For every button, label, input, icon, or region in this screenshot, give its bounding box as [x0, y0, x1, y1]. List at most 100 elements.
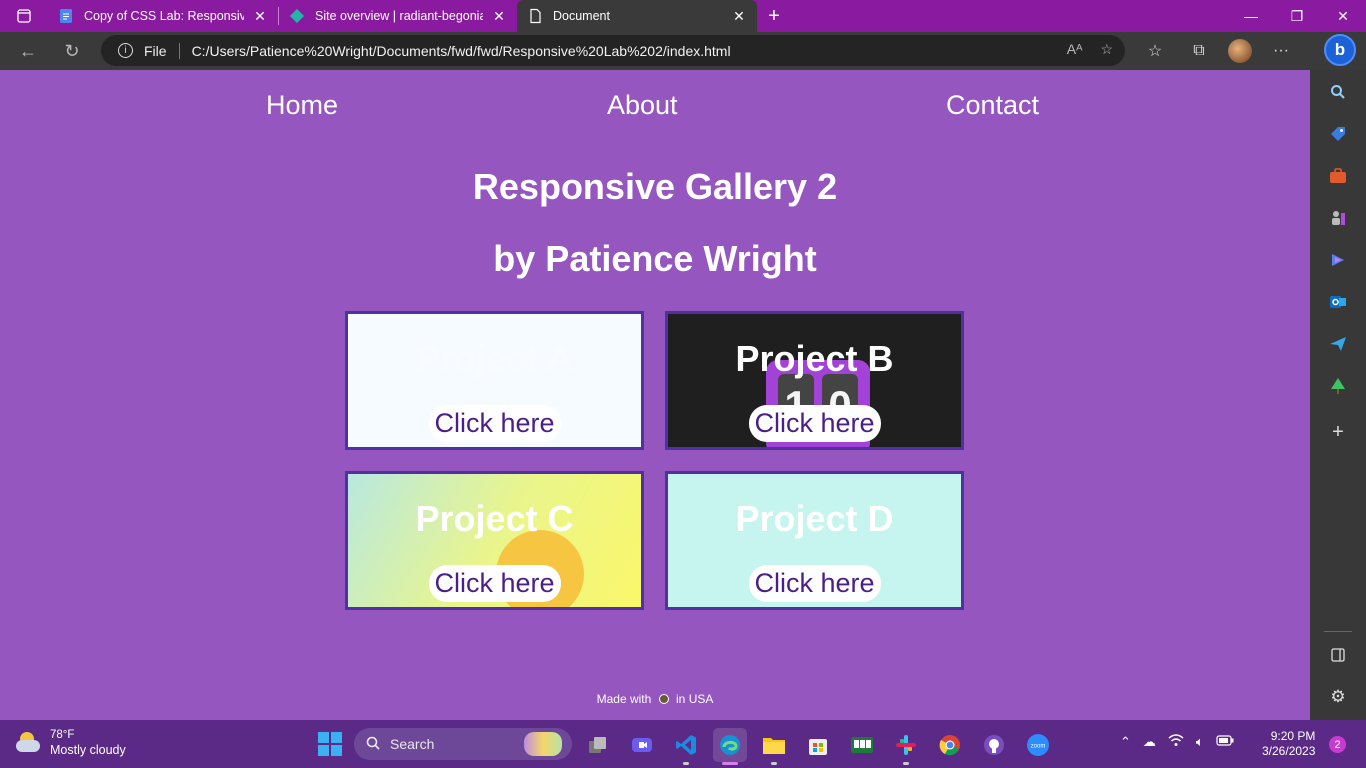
search-highlight-image	[524, 732, 562, 756]
clock-time: 9:20 PM	[1270, 729, 1316, 743]
click-here-button[interactable]: Click here	[428, 565, 561, 602]
tree-icon[interactable]	[1324, 372, 1352, 400]
weather-desc: Mostly cloudy	[50, 743, 126, 757]
site-nav: Home About Contact	[0, 90, 1310, 124]
svg-text:zoom: zoom	[1031, 744, 1046, 750]
tools-briefcase-icon[interactable]	[1324, 162, 1352, 190]
footer-prefix: Made with	[596, 692, 652, 706]
back-arrow-icon[interactable]: ←	[13, 36, 43, 66]
partly-cloudy-icon	[14, 732, 42, 754]
github-icon[interactable]	[977, 728, 1011, 762]
tab-title: Site overview | radiant-begonia-c	[315, 9, 483, 23]
close-tab-icon[interactable]: ✕	[491, 8, 507, 25]
restore-icon[interactable]: ❐	[1274, 0, 1320, 32]
project-card-a[interactable]: Project A Click here	[345, 311, 644, 450]
running-indicator	[903, 762, 909, 765]
windows-start-icon[interactable]	[318, 732, 342, 756]
vscode-icon[interactable]	[669, 728, 703, 765]
address-bar[interactable]: i File C:/Users/Patience%20Wright/Docume…	[101, 35, 1125, 66]
show-hidden-icons-icon[interactable]: ⌃	[1120, 734, 1131, 750]
running-indicator	[722, 762, 738, 765]
bing-chat-icon[interactable]: b	[1324, 34, 1356, 66]
copilot-icon[interactable]	[1324, 246, 1352, 274]
weather-widget[interactable]: 78°F Mostly cloudy	[14, 728, 126, 758]
solitaire-icon[interactable]	[845, 728, 879, 762]
onedrive-cloud-icon[interactable]: ☁	[1143, 734, 1156, 750]
tab-title: Document	[553, 9, 610, 23]
project-card-d[interactable]: Project D Click here	[665, 471, 964, 610]
zoom-icon[interactable]: zoom	[1021, 728, 1055, 762]
clock-date: 3/26/2023	[1262, 744, 1316, 758]
url-actions: Aᴬ ☆	[1067, 41, 1113, 58]
close-window-icon[interactable]: ✕	[1320, 0, 1366, 32]
url-text[interactable]: C:/Users/Patience%20Wright/Documents/fwd…	[192, 43, 731, 59]
netlify-icon	[289, 8, 305, 24]
card-title: Project C	[415, 498, 574, 539]
nav-link-home[interactable]: Home	[266, 90, 338, 121]
click-here-button[interactable]: Click here	[748, 405, 881, 442]
nav-link-about[interactable]: About	[607, 90, 678, 121]
windows-taskbar: 78°F Mostly cloudy Search zoom ⌃ ☁ 🔈︎ 9:…	[0, 720, 1366, 768]
search-icon[interactable]	[1324, 78, 1352, 106]
edge-sidebar: + ⚙	[1310, 70, 1366, 720]
edge-icon[interactable]	[713, 728, 747, 765]
running-indicator	[683, 762, 689, 765]
notification-badge[interactable]: 2	[1329, 736, 1346, 753]
outlook-icon[interactable]	[1324, 288, 1352, 316]
search-label: Search	[390, 736, 435, 752]
system-tray: ⌃ ☁ 🔈︎	[1120, 734, 1234, 750]
favorites-icon[interactable]: ☆	[1140, 36, 1170, 66]
footer-suffix: in USA	[676, 692, 714, 706]
tab-title: Copy of CSS Lab: Responsive Gal	[84, 9, 244, 23]
minimize-icon[interactable]: —	[1228, 0, 1274, 32]
add-favorite-icon[interactable]: ☆	[1100, 41, 1113, 58]
teams-meet-icon[interactable]	[625, 728, 659, 762]
tab-site-overview[interactable]: Site overview | radiant-begonia-c ✕	[279, 0, 517, 32]
task-view-icon[interactable]	[581, 728, 615, 762]
wifi-icon[interactable]	[1168, 734, 1184, 750]
tab-css-lab[interactable]: Copy of CSS Lab: Responsive Gal ✕	[48, 0, 278, 32]
card-title: Project B	[735, 338, 894, 379]
project-card-b[interactable]: 1 0 Project B Click here	[665, 311, 964, 450]
tab-actions-icon[interactable]	[0, 0, 48, 32]
taskbar-search[interactable]: Search	[354, 728, 572, 760]
file-explorer-icon[interactable]	[757, 728, 791, 765]
project-card-c[interactable]: Project C Click here	[345, 471, 644, 610]
hide-sidebar-icon[interactable]	[1324, 641, 1352, 669]
read-aloud-icon[interactable]: Aᴬ	[1067, 41, 1083, 58]
card-title: Project A	[416, 338, 573, 379]
settings-gear-icon[interactable]: ⚙	[1324, 683, 1352, 711]
battery-icon[interactable]	[1216, 734, 1234, 750]
refresh-icon[interactable]: ↻	[57, 36, 87, 66]
new-tab-button[interactable]: +	[757, 5, 791, 28]
click-here-button[interactable]: Click here	[428, 405, 561, 442]
microsoft-store-icon[interactable]	[801, 728, 835, 762]
close-tab-icon[interactable]: ✕	[252, 8, 268, 25]
send-plane-icon[interactable]	[1324, 330, 1352, 358]
running-indicator	[771, 762, 777, 765]
page-footer: Made with in USA	[0, 692, 1310, 706]
search-icon	[366, 736, 380, 753]
click-here-button[interactable]: Click here	[748, 565, 881, 602]
tab-document[interactable]: Document ✕	[517, 0, 757, 32]
window-controls: — ❐ ✕	[1228, 0, 1366, 32]
info-icon[interactable]: i	[118, 43, 133, 58]
more-options-icon[interactable]: ···	[1266, 36, 1296, 66]
taskbar-clock[interactable]: 9:20 PM 3/26/2023	[1262, 729, 1315, 759]
profile-avatar[interactable]	[1228, 39, 1252, 63]
volume-icon[interactable]: 🔈︎	[1196, 734, 1204, 750]
slack-icon[interactable]	[889, 728, 923, 765]
shopping-tag-icon[interactable]	[1324, 120, 1352, 148]
url-divider	[178, 42, 180, 59]
collections-icon[interactable]: ⧉	[1184, 36, 1214, 66]
chrome-icon[interactable]	[933, 728, 967, 762]
close-tab-icon[interactable]: ✕	[731, 8, 747, 25]
weather-text: 78°F Mostly cloudy	[50, 728, 126, 758]
page-subtitle: by Patience Wright	[493, 238, 817, 279]
browser-titlebar: Copy of CSS Lab: Responsive Gal ✕ Site o…	[0, 0, 1366, 32]
games-chess-icon[interactable]	[1324, 204, 1352, 232]
google-docs-icon	[58, 8, 74, 24]
add-app-icon[interactable]: +	[1324, 418, 1352, 446]
page-title: Responsive Gallery 2	[472, 166, 838, 207]
nav-link-contact[interactable]: Contact	[946, 90, 1039, 121]
